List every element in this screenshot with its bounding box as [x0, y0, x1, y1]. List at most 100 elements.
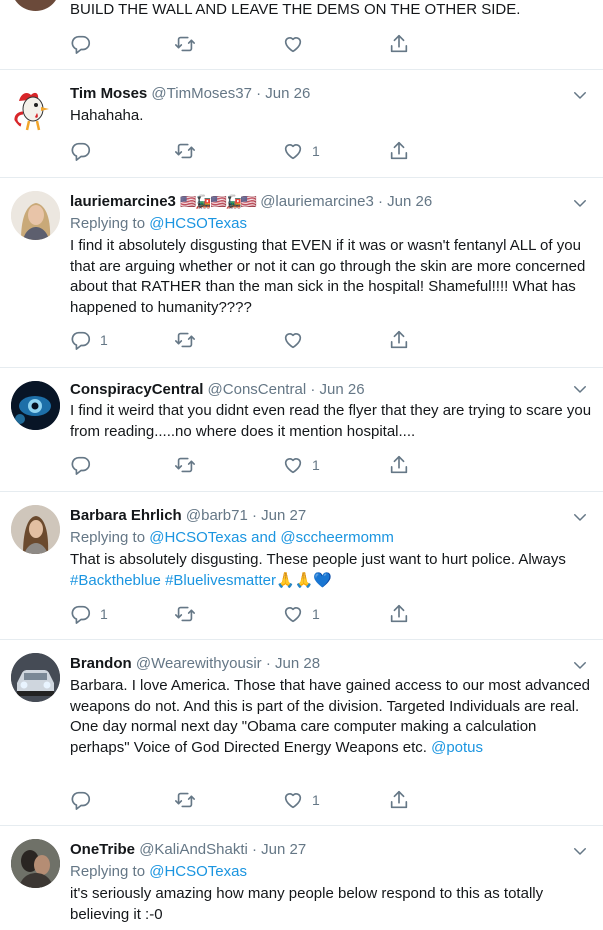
share-button[interactable] — [388, 603, 410, 625]
tweet-date[interactable]: Jun 28 — [275, 655, 320, 672]
tweet[interactable]: Brandon @Wearewithyousir · Jun 28 Barbar… — [0, 640, 603, 826]
like-button[interactable]: 1 — [282, 789, 320, 811]
retweet-button[interactable] — [174, 789, 196, 811]
avatar[interactable] — [11, 653, 60, 702]
tweet-emojis: 🙏🙏💙 — [275, 571, 332, 589]
retweet-icon — [174, 33, 196, 55]
handle[interactable]: @TimMoses37 — [151, 85, 252, 102]
car-avatar-icon — [11, 653, 60, 702]
like-button[interactable]: 1 — [282, 454, 320, 476]
user-photo-icon — [11, 191, 60, 240]
display-name[interactable]: ConspiracyCentral — [70, 381, 203, 398]
handle[interactable]: @Wearewithyousir — [136, 655, 262, 672]
eye-avatar-icon — [11, 381, 60, 430]
mention-link[interactable]: @HCSOTexas — [149, 863, 247, 880]
share-icon — [388, 789, 410, 811]
display-name[interactable]: lauriemarcine3 — [70, 193, 176, 210]
heart-icon — [282, 454, 304, 476]
share-button[interactable] — [388, 329, 410, 351]
reply-icon — [70, 603, 92, 625]
replying-to-label: Replying to — [70, 863, 146, 880]
handle[interactable]: @barb71 — [186, 507, 248, 524]
retweet-button[interactable] — [174, 603, 196, 625]
tweet-date[interactable]: Jun 26 — [387, 193, 432, 210]
tweet-text: BUILD THE WALL AND LEAVE THE DEMS ON THE… — [70, 1, 521, 18]
mention-link[interactable]: @HCSOTexas — [149, 529, 247, 546]
retweet-button[interactable] — [174, 140, 196, 162]
tweet-date[interactable]: Jun 26 — [320, 381, 365, 398]
handle[interactable]: @lauriemarcine3 — [260, 193, 374, 210]
reply-button[interactable]: 1 — [70, 329, 108, 351]
reply-button[interactable] — [70, 33, 100, 55]
display-name[interactable]: OneTribe — [70, 841, 135, 858]
tweet[interactable]: OneTribe @KaliAndShakti · Jun 27 Replyin… — [0, 826, 603, 930]
reply-icon — [70, 454, 92, 476]
reply-button[interactable] — [70, 140, 100, 162]
heart-icon — [282, 329, 304, 351]
hashtag-links[interactable]: #Backtheblue #Bluelivesmatter — [70, 572, 276, 589]
chevron-down-icon[interactable] — [571, 842, 589, 860]
mention-link[interactable]: @sccheermomm — [280, 529, 394, 546]
handle[interactable]: @KaliAndShakti — [139, 841, 248, 858]
tweet[interactable]: lauriemarcine3 🇺🇸🚂🇺🇸🚂🇺🇸 @lauriemarcine3 … — [0, 178, 603, 368]
tweet-actions: 1 — [70, 454, 430, 476]
avatar[interactable] — [11, 0, 60, 11]
avatar[interactable] — [11, 83, 60, 132]
tweet[interactable]: Tim Moses @TimMoses37 · Jun 26 Hahahaha.… — [0, 70, 603, 178]
tweet-text-main: Barbara. I love America. Those that have… — [70, 677, 591, 756]
reply-button[interactable] — [70, 454, 100, 476]
retweet-button[interactable] — [174, 33, 196, 55]
like-button[interactable] — [282, 329, 312, 351]
retweet-icon — [174, 789, 196, 811]
chevron-down-icon[interactable] — [571, 86, 589, 104]
chevron-down-icon[interactable] — [571, 194, 589, 212]
chevron-down-icon[interactable] — [571, 380, 589, 398]
display-name[interactable]: Brandon — [70, 655, 132, 672]
share-button[interactable] — [388, 140, 410, 162]
tweet[interactable]: ConspiracyCentral @ConsCentral · Jun 26 … — [0, 368, 603, 492]
retweet-button[interactable] — [174, 329, 196, 351]
dot-separator: · — [252, 507, 257, 524]
reply-icon — [70, 140, 92, 162]
mention-link[interactable]: @HCSOTexas — [149, 215, 247, 232]
avatar[interactable] — [11, 505, 60, 554]
like-button[interactable]: 1 — [282, 603, 320, 625]
tweet-date[interactable]: Jun 26 — [265, 85, 310, 102]
tweet-header: Tim Moses @TimMoses37 · Jun 26 — [70, 84, 310, 104]
share-button[interactable] — [388, 789, 410, 811]
retweet-icon — [174, 454, 196, 476]
share-button[interactable] — [388, 33, 410, 55]
like-count: 1 — [312, 143, 320, 159]
like-button[interactable]: 1 — [282, 140, 320, 162]
retweet-icon — [174, 603, 196, 625]
tweet-text: Barbara. I love America. Those that have… — [70, 676, 592, 758]
heart-icon — [282, 789, 304, 811]
reply-count: 1 — [100, 606, 108, 622]
handle[interactable]: @ConsCentral — [208, 381, 307, 398]
heart-icon — [282, 140, 304, 162]
tweet[interactable]: BUILD THE WALL AND LEAVE THE DEMS ON THE… — [0, 0, 603, 70]
chevron-down-icon[interactable] — [571, 656, 589, 674]
share-button[interactable] — [388, 454, 410, 476]
mention-link[interactable]: @potus — [431, 739, 483, 756]
avatar[interactable] — [11, 839, 60, 888]
reply-button[interactable] — [70, 789, 100, 811]
avatar[interactable] — [11, 381, 60, 430]
retweet-button[interactable] — [174, 454, 196, 476]
display-name[interactable]: Tim Moses — [70, 85, 147, 102]
replying-to: Replying to @HCSOTexas — [70, 862, 247, 882]
avatar[interactable] — [11, 191, 60, 240]
chevron-down-icon[interactable] — [571, 508, 589, 526]
reply-icon — [70, 33, 92, 55]
like-count: 1 — [312, 457, 320, 473]
share-icon — [388, 33, 410, 55]
tweet[interactable]: Barbara Ehrlich @barb71 · Jun 27 Replyin… — [0, 492, 603, 640]
tweet-date[interactable]: Jun 27 — [261, 507, 306, 524]
tweet-header: lauriemarcine3 🇺🇸🚂🇺🇸🚂🇺🇸 @lauriemarcine3 … — [70, 192, 432, 212]
tweet-date[interactable]: Jun 27 — [261, 841, 306, 858]
display-name[interactable]: Barbara Ehrlich — [70, 507, 182, 524]
user-photo-icon — [11, 505, 60, 554]
reply-button[interactable]: 1 — [70, 603, 108, 625]
reply-count: 1 — [100, 332, 108, 348]
like-button[interactable] — [282, 33, 312, 55]
